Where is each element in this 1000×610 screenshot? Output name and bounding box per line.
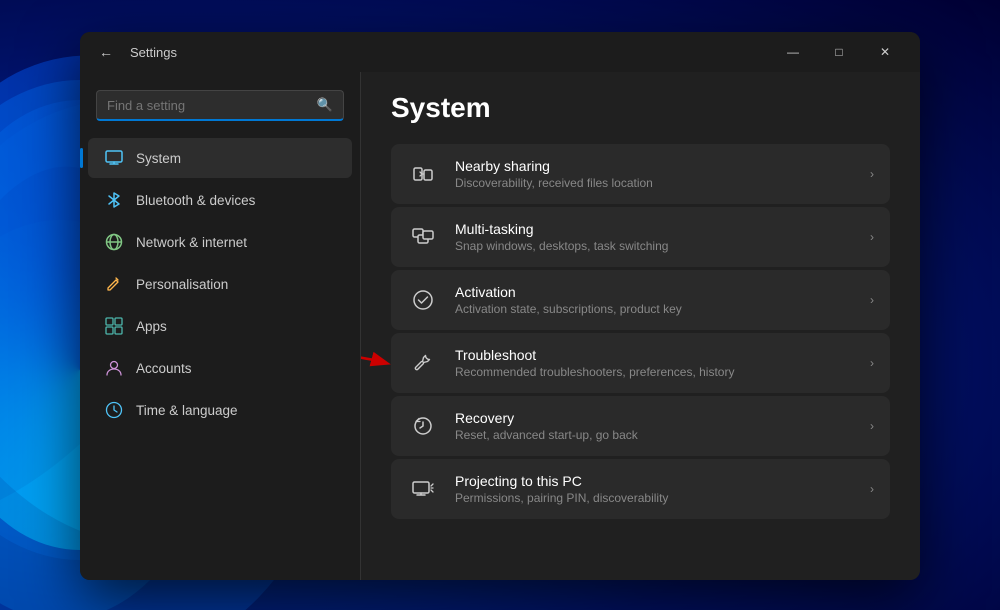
multitasking-title: Multi-tasking	[455, 221, 854, 237]
network-icon	[104, 232, 124, 252]
settings-item-multitasking[interactable]: Multi-tasking Snap windows, desktops, ta…	[391, 207, 890, 267]
maximize-button[interactable]: □	[816, 36, 862, 68]
title-bar: ← Settings — □ ✕	[80, 32, 920, 72]
sidebar-label-apps: Apps	[136, 319, 167, 334]
settings-list: Nearby sharing Discoverability, received…	[391, 144, 890, 519]
troubleshoot-title: Troubleshoot	[455, 347, 854, 363]
title-bar-left: ← Settings	[92, 38, 177, 66]
apps-icon	[104, 316, 124, 336]
sidebar-item-system[interactable]: System	[88, 138, 352, 178]
nearby-sharing-title: Nearby sharing	[455, 158, 854, 174]
projecting-chevron: ›	[870, 482, 874, 496]
settings-item-projecting[interactable]: Projecting to this PC Permissions, pairi…	[391, 459, 890, 519]
search-icon: 🔍	[317, 97, 333, 113]
sidebar-label-accounts: Accounts	[136, 361, 192, 376]
page-title: System	[391, 92, 890, 124]
troubleshoot-chevron: ›	[870, 356, 874, 370]
sidebar-item-time[interactable]: Time & language	[88, 390, 352, 430]
projecting-icon	[407, 473, 439, 505]
window-title: Settings	[130, 45, 177, 60]
content-area: System Nearby sharing Discoverability, r…	[361, 72, 920, 580]
sidebar-label-bluetooth: Bluetooth & devices	[136, 193, 255, 208]
multitasking-icon	[407, 221, 439, 253]
sidebar-label-personalisation: Personalisation	[136, 277, 228, 292]
sidebar-label-time: Time & language	[136, 403, 238, 418]
sidebar-label-network: Network & internet	[136, 235, 247, 250]
activation-title: Activation	[455, 284, 854, 300]
sidebar-item-apps[interactable]: Apps	[88, 306, 352, 346]
troubleshoot-icon	[407, 347, 439, 379]
nearby-sharing-desc: Discoverability, received files location	[455, 176, 854, 190]
sidebar-item-accounts[interactable]: Accounts	[88, 348, 352, 388]
settings-item-recovery[interactable]: Recovery Reset, advanced start-up, go ba…	[391, 396, 890, 456]
activation-text: Activation Activation state, subscriptio…	[455, 284, 854, 316]
recovery-text: Recovery Reset, advanced start-up, go ba…	[455, 410, 854, 442]
projecting-title: Projecting to this PC	[455, 473, 854, 489]
multitasking-desc: Snap windows, desktops, task switching	[455, 239, 854, 253]
search-container: 🔍	[80, 82, 360, 137]
search-input[interactable]	[107, 98, 309, 113]
recovery-desc: Reset, advanced start-up, go back	[455, 428, 854, 442]
time-icon	[104, 400, 124, 420]
recovery-chevron: ›	[870, 419, 874, 433]
personalisation-icon	[104, 274, 124, 294]
nearby-sharing-chevron: ›	[870, 167, 874, 181]
activation-icon	[407, 284, 439, 316]
activation-desc: Activation state, subscriptions, product…	[455, 302, 854, 316]
projecting-desc: Permissions, pairing PIN, discoverabilit…	[455, 491, 854, 505]
settings-item-troubleshoot[interactable]: Troubleshoot Recommended troubleshooters…	[391, 333, 890, 393]
search-box[interactable]: 🔍	[96, 90, 344, 121]
bluetooth-icon	[104, 190, 124, 210]
nearby-sharing-text: Nearby sharing Discoverability, received…	[455, 158, 854, 190]
close-button[interactable]: ✕	[862, 36, 908, 68]
multitasking-text: Multi-tasking Snap windows, desktops, ta…	[455, 221, 854, 253]
minimize-button[interactable]: —	[770, 36, 816, 68]
back-button[interactable]: ←	[92, 38, 120, 66]
nearby-sharing-icon	[407, 158, 439, 190]
system-icon	[104, 148, 124, 168]
troubleshoot-desc: Recommended troubleshooters, preferences…	[455, 365, 854, 379]
sidebar-item-bluetooth[interactable]: Bluetooth & devices	[88, 180, 352, 220]
recovery-title: Recovery	[455, 410, 854, 426]
main-content: 🔍 System Bluetooth	[80, 72, 920, 580]
sidebar: 🔍 System Bluetooth	[80, 72, 360, 580]
settings-item-nearby-sharing[interactable]: Nearby sharing Discoverability, received…	[391, 144, 890, 204]
settings-window: ← Settings — □ ✕ 🔍	[80, 32, 920, 580]
activation-chevron: ›	[870, 293, 874, 307]
title-bar-controls: — □ ✕	[770, 36, 908, 68]
accounts-icon	[104, 358, 124, 378]
settings-item-activation[interactable]: Activation Activation state, subscriptio…	[391, 270, 890, 330]
troubleshoot-text: Troubleshoot Recommended troubleshooters…	[455, 347, 854, 379]
recovery-icon	[407, 410, 439, 442]
sidebar-label-system: System	[136, 151, 181, 166]
projecting-text: Projecting to this PC Permissions, pairi…	[455, 473, 854, 505]
sidebar-item-network[interactable]: Network & internet	[88, 222, 352, 262]
sidebar-item-personalisation[interactable]: Personalisation	[88, 264, 352, 304]
multitasking-chevron: ›	[870, 230, 874, 244]
